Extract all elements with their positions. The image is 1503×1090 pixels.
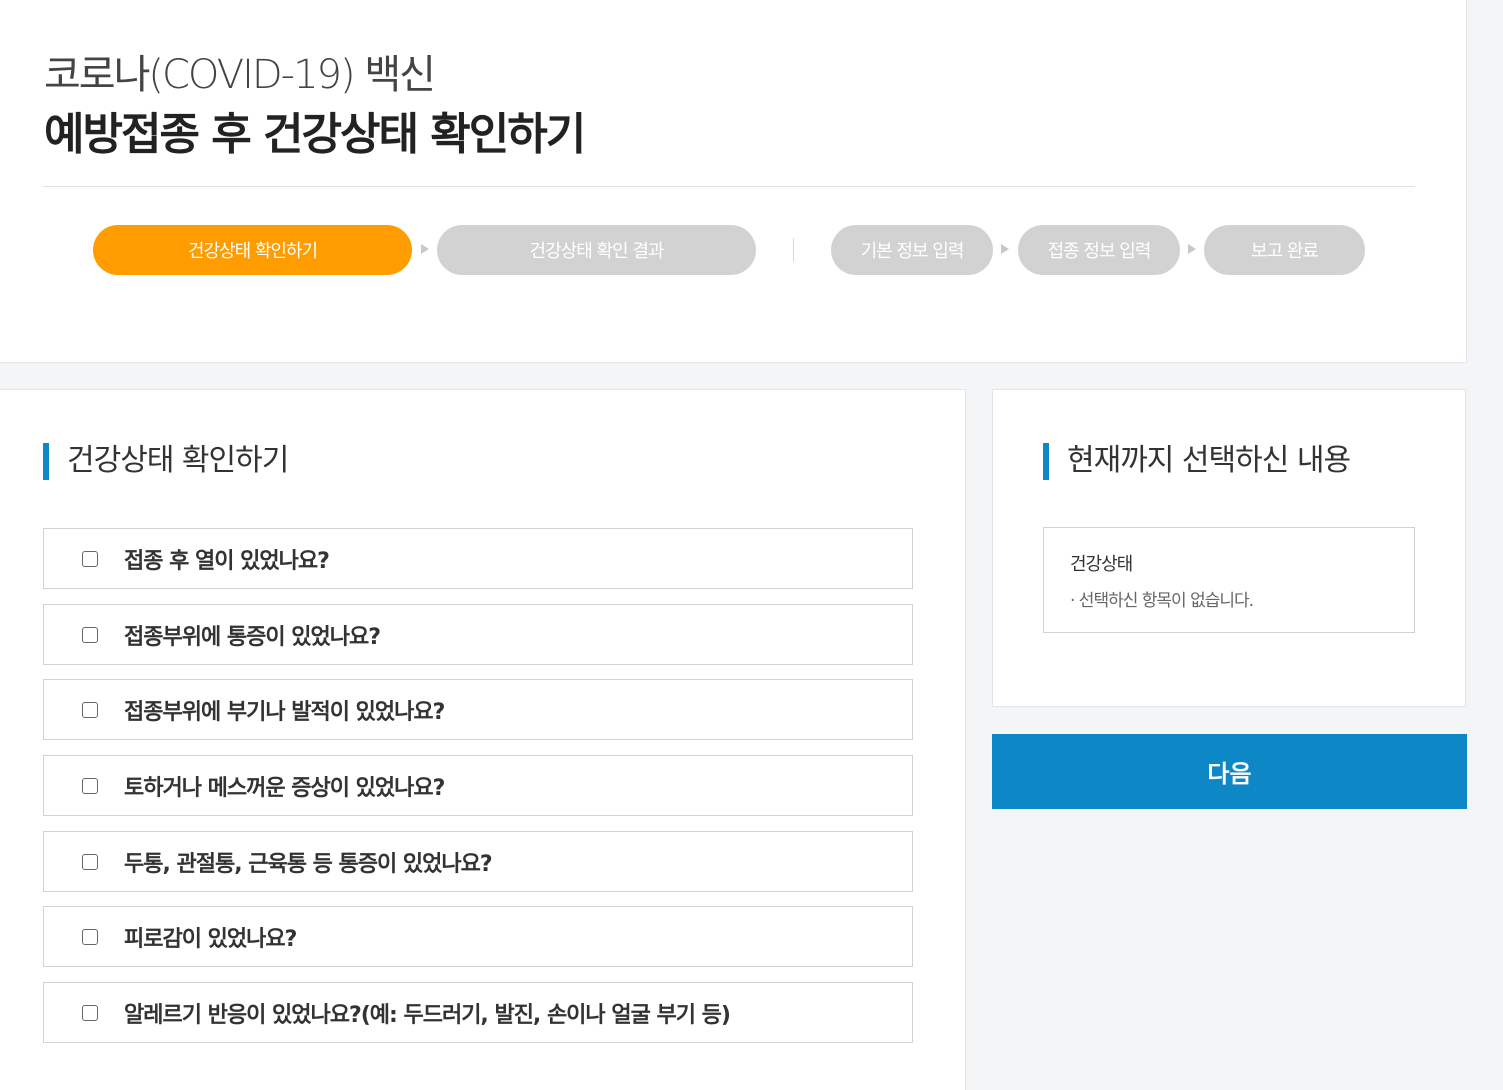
- title-divider: [43, 186, 1415, 187]
- checkbox[interactable]: [82, 853, 98, 870]
- question-label: 피로감이 있었나요?: [124, 926, 297, 952]
- question-nausea[interactable]: 토하거나 메스꺼운 증상이 있었나요?: [43, 755, 913, 816]
- question-aches[interactable]: 두통, 관절통, 근육통 등 통증이 있었나요?: [43, 831, 913, 892]
- question-allergy[interactable]: 알레르기 반응이 있었나요?(예: 두드러기, 발진, 손이나 얼굴 부기 등): [43, 982, 913, 1043]
- question-label: 알레르기 반응이 있었나요?(예: 두드러기, 발진, 손이나 얼굴 부기 등): [124, 1002, 731, 1028]
- page-title-subtitle: 코로나(COVID-19) 백신: [44, 52, 436, 98]
- step-health-check: 건강상태 확인하기: [93, 225, 412, 275]
- step-arrow-icon: [1001, 244, 1009, 254]
- summary-title: 현재까지 선택하신 내용: [1043, 442, 1351, 480]
- question-fever[interactable]: 접종 후 열이 있었나요?: [43, 528, 913, 589]
- step-health-result: 건강상태 확인 결과: [437, 225, 756, 275]
- summary-box: 건강상태 · 선택하신 항목이 없습니다.: [1043, 527, 1415, 633]
- checklist-title: 건강상태 확인하기: [43, 442, 289, 480]
- step-arrow-icon: [421, 244, 429, 254]
- step-arrow-icon: [1188, 244, 1196, 254]
- page-title: 예방접종 후 건강상태 확인하기: [44, 109, 586, 160]
- checkbox[interactable]: [82, 1004, 98, 1021]
- question-label: 두통, 관절통, 근육통 등 통증이 있었나요?: [124, 851, 493, 877]
- checkbox[interactable]: [82, 550, 98, 567]
- checkbox[interactable]: [82, 701, 98, 718]
- health-checklist-panel: 건강상태 확인하기 접종 후 열이 있었나요? 접종부위에 통증이 있었나요? …: [0, 389, 966, 1090]
- checkbox[interactable]: [82, 928, 98, 945]
- summary-category-label: 건강상태: [1070, 554, 1133, 575]
- checkbox[interactable]: [82, 777, 98, 794]
- question-label: 접종부위에 부기나 발적이 있었나요?: [124, 699, 445, 725]
- step-vaccination-info: 접종 정보 입력: [1018, 225, 1180, 275]
- next-button[interactable]: 다음: [992, 734, 1467, 809]
- checkbox[interactable]: [82, 626, 98, 643]
- question-label: 토하거나 메스꺼운 증상이 있었나요?: [124, 775, 445, 801]
- question-label: 접종부위에 통증이 있었나요?: [124, 624, 381, 650]
- step-basic-info: 기본 정보 입력: [831, 225, 993, 275]
- page-header-panel: 코로나(COVID-19) 백신 예방접종 후 건강상태 확인하기 건강상태 확…: [0, 0, 1467, 363]
- question-injection-site-pain[interactable]: 접종부위에 통증이 있었나요?: [43, 604, 913, 665]
- selection-summary-panel: 현재까지 선택하신 내용 건강상태 · 선택하신 항목이 없습니다.: [992, 389, 1466, 707]
- question-swelling-redness[interactable]: 접종부위에 부기나 발적이 있었나요?: [43, 679, 913, 740]
- step-report-complete: 보고 완료: [1204, 225, 1365, 275]
- summary-empty-text: · 선택하신 항목이 없습니다.: [1070, 591, 1254, 611]
- question-fatigue[interactable]: 피로감이 있었나요?: [43, 906, 913, 967]
- question-label: 접종 후 열이 있었나요?: [124, 548, 330, 574]
- step-group-divider: [793, 238, 794, 262]
